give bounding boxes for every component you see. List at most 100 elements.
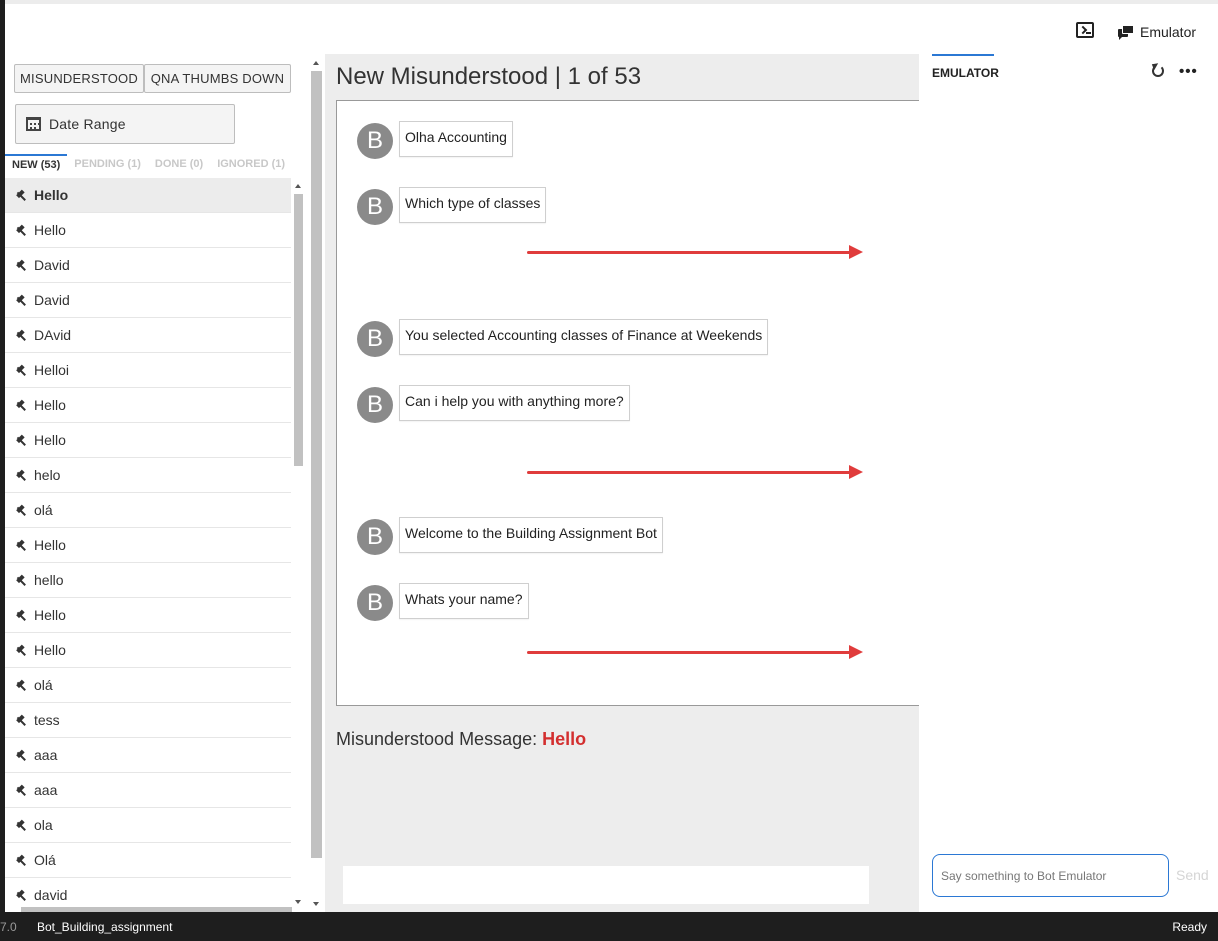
avatar: B <box>357 387 393 423</box>
list-item-label: Hello <box>34 187 69 203</box>
chat-icon <box>1118 24 1134 40</box>
list-item[interactable]: Olá <box>5 843 291 878</box>
top-toolbar: Emulator <box>5 0 1218 54</box>
list-item-label: Hello <box>34 432 66 448</box>
emulator-button-label: Emulator <box>1140 24 1197 40</box>
message-bubble: You selected Accounting classes of Finan… <box>399 319 769 355</box>
conversation-panel: New Misunderstood | 1 of 53 B Olha Accou… <box>325 54 919 912</box>
tab-done[interactable]: DONE (0) <box>148 154 210 178</box>
misunderstood-message-value: Hello <box>542 729 587 749</box>
list-item[interactable]: tess <box>5 703 291 738</box>
status-text: Ready <box>1172 920 1207 934</box>
hammer-icon <box>15 539 28 552</box>
list-scrollbar-thumb[interactable] <box>294 194 303 466</box>
misunderstood-message: Misunderstood Message: Hello <box>336 729 586 750</box>
misunderstood-list: Hello Hello David David DAvid Helloi Hel… <box>5 178 291 912</box>
reply-input-area[interactable] <box>343 866 869 904</box>
list-item-label: David <box>34 257 70 273</box>
list-item[interactable]: Helloi <box>5 353 291 388</box>
send-button[interactable]: Send <box>1176 867 1209 883</box>
hammer-icon <box>15 434 28 447</box>
list-item[interactable]: David <box>5 248 291 283</box>
list-item-label: aaa <box>34 782 58 798</box>
annotation-arrow <box>527 245 863 259</box>
list-item-label: aaa <box>34 747 58 763</box>
hammer-icon <box>15 329 28 342</box>
scroll-down-icon[interactable] <box>313 902 319 906</box>
bot-name: Bot_Building_assignment <box>37 920 173 934</box>
list-item[interactable]: helo <box>5 458 291 493</box>
list-item-label: Hello <box>34 397 66 413</box>
more-options-icon[interactable]: ••• <box>1179 64 1198 79</box>
bot-message: B Olha Accounting <box>357 121 513 159</box>
avatar: B <box>357 585 393 621</box>
bot-message: B Welcome to the Building Assignment Bot <box>357 517 663 555</box>
list-item[interactable]: David <box>5 283 291 318</box>
panel-scrollbar-thumb[interactable] <box>311 71 322 858</box>
transcript: B Olha Accounting B Which type of classe… <box>336 100 919 706</box>
misunderstood-message-label: Misunderstood Message: <box>336 729 543 749</box>
date-range-button[interactable]: Date Range <box>15 104 235 144</box>
hammer-icon <box>15 679 28 692</box>
hammer-icon <box>15 364 28 377</box>
hammer-icon <box>15 189 28 202</box>
terminal-icon[interactable] <box>1076 22 1094 38</box>
list-item-label: olá <box>34 677 53 693</box>
avatar: B <box>357 519 393 555</box>
hammer-icon <box>15 574 28 587</box>
hammer-icon <box>15 224 28 237</box>
tab-pending[interactable]: PENDING (1) <box>67 154 148 178</box>
qna-thumbs-down-filter-button[interactable]: QNA THUMBS DOWN <box>144 64 291 93</box>
list-item[interactable]: Hello <box>5 388 291 423</box>
list-item[interactable]: Hello <box>5 213 291 248</box>
message-bubble: Which type of classes <box>399 187 547 223</box>
hammer-icon <box>15 714 28 727</box>
restart-icon[interactable] <box>1152 65 1164 77</box>
list-item-label: Hello <box>34 222 66 238</box>
tab-new[interactable]: NEW (53) <box>5 154 68 178</box>
hammer-icon <box>15 749 28 762</box>
list-item[interactable]: olá <box>5 668 291 703</box>
status-tabs: NEW (53) PENDING (1) DONE (0) IGNORED (1… <box>5 154 308 178</box>
scroll-down-icon[interactable] <box>295 900 301 904</box>
list-item-label: olá <box>34 502 53 518</box>
list-item[interactable]: olá <box>5 493 291 528</box>
calendar-icon <box>26 117 41 131</box>
list-item[interactable]: Hello <box>5 528 291 563</box>
list-item-label: ola <box>34 817 53 833</box>
hammer-icon <box>15 784 28 797</box>
emulator-button[interactable]: Emulator <box>1118 21 1196 43</box>
list-item[interactable]: DAvid <box>5 318 291 353</box>
list-item[interactable]: Hello <box>5 598 291 633</box>
list-item[interactable]: hello <box>5 563 291 598</box>
list-item[interactable]: Hello <box>5 178 291 213</box>
list-item[interactable]: aaa <box>5 738 291 773</box>
list-item-label: helo <box>34 467 61 483</box>
list-item-label: tess <box>34 712 60 728</box>
list-item[interactable]: ola <box>5 808 291 843</box>
bot-message: B Whats your name? <box>357 583 529 621</box>
list-item-label: David <box>34 292 70 308</box>
tab-ignored[interactable]: IGNORED (1) <box>210 154 292 178</box>
hammer-icon <box>15 644 28 657</box>
list-item-label: Helloi <box>34 362 70 378</box>
tab-emulator[interactable]: EMULATOR <box>932 54 999 80</box>
list-item-label: Hello <box>34 607 66 623</box>
list-item[interactable]: Hello <box>5 633 291 668</box>
panel-scrollbar[interactable] <box>308 54 325 912</box>
list-item-label: Olá <box>34 852 56 868</box>
message-input[interactable] <box>932 854 1169 897</box>
bot-message: B Can i help you with anything more? <box>357 385 630 423</box>
message-bubble: Welcome to the Building Assignment Bot <box>399 517 663 553</box>
list-item[interactable]: aaa <box>5 773 291 808</box>
misunderstood-filter-button[interactable]: MISUNDERSTOOD <box>14 64 144 93</box>
scroll-up-icon[interactable] <box>295 184 301 188</box>
message-bubble: Can i help you with anything more? <box>399 385 630 421</box>
hammer-icon <box>15 259 28 272</box>
list-item-label: david <box>34 887 68 903</box>
scroll-up-icon[interactable] <box>313 61 319 65</box>
date-range-label: Date Range <box>49 116 126 132</box>
bot-message: B You selected Accounting classes of Fin… <box>357 319 769 357</box>
list-item[interactable]: Hello <box>5 423 291 458</box>
list-scrollbar[interactable] <box>292 178 305 910</box>
